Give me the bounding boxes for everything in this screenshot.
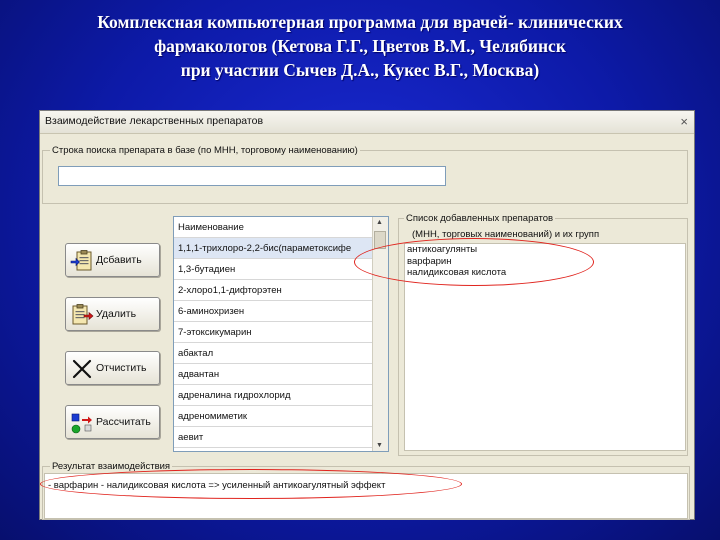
calculate-button[interactable]: Рассчитать bbox=[65, 405, 160, 439]
clipboard-remove-icon bbox=[72, 304, 94, 325]
search-group-label: Строка поиска препарата в базе (по МНН, … bbox=[50, 145, 360, 156]
search-input[interactable] bbox=[58, 166, 446, 186]
list-item[interactable]: абактал bbox=[174, 343, 374, 364]
window-title: Взаимодействие лекарственных препаратов bbox=[45, 115, 264, 127]
clear-button[interactable]: Отчистить bbox=[65, 351, 160, 385]
delete-button[interactable]: Удалить bbox=[65, 297, 160, 331]
clipboard-add-icon bbox=[70, 250, 92, 271]
highlight-ellipse-result bbox=[40, 469, 462, 499]
scroll-down-icon[interactable]: ▼ bbox=[376, 442, 383, 449]
slide-title-line: фармакологов (Кетова Г.Г., Цветов В.М., … bbox=[154, 36, 566, 56]
slide-title-line: при участии Сычев Д.А., Кукес В.Г., Моск… bbox=[180, 60, 540, 80]
clear-cross-icon bbox=[72, 359, 92, 379]
list-item[interactable]: адреналина гидрохлорид bbox=[174, 385, 374, 406]
drug-list[interactable]: Наименование 1,1,1-трихлоро-2,2-бис(пара… bbox=[173, 216, 389, 452]
list-item[interactable]: 7-этоксикумарин bbox=[174, 322, 374, 343]
slide-title-line: Комплексная компьютерная программа для в… bbox=[97, 12, 623, 32]
clear-button-label: Отчистить bbox=[96, 362, 147, 374]
scroll-up-icon[interactable]: ▲ bbox=[376, 219, 383, 226]
add-button-label: Дсбавить bbox=[96, 254, 142, 266]
list-item[interactable]: адреномиметик bbox=[174, 406, 374, 427]
calculate-shapes-icon bbox=[71, 413, 92, 434]
added-group-label: Список добавленных препаратов bbox=[404, 213, 556, 224]
drug-list-header: Наименование bbox=[174, 217, 374, 238]
close-icon[interactable]: × bbox=[680, 114, 688, 129]
calculate-button-label: Рассчитать bbox=[96, 416, 151, 428]
list-item[interactable]: 1,3-бутадиен bbox=[174, 259, 374, 280]
slide-title: Комплексная компьютерная программа для в… bbox=[0, 10, 720, 82]
list-item[interactable]: 2-хлоро1,1-дифторэтен bbox=[174, 280, 374, 301]
delete-button-label: Удалить bbox=[96, 308, 137, 320]
list-item[interactable]: аевит bbox=[174, 427, 374, 448]
list-item[interactable]: 1,1,1-трихлоро-2,2-бис(параметоксифе bbox=[174, 238, 374, 259]
add-button[interactable]: Дсбавить bbox=[65, 243, 160, 277]
list-item[interactable]: адвантан bbox=[174, 364, 374, 385]
list-item[interactable]: 6-аминохризен bbox=[174, 301, 374, 322]
highlight-ellipse-added bbox=[354, 238, 594, 286]
window-titlebar: Взаимодействие лекарственных препаратов … bbox=[40, 111, 694, 134]
